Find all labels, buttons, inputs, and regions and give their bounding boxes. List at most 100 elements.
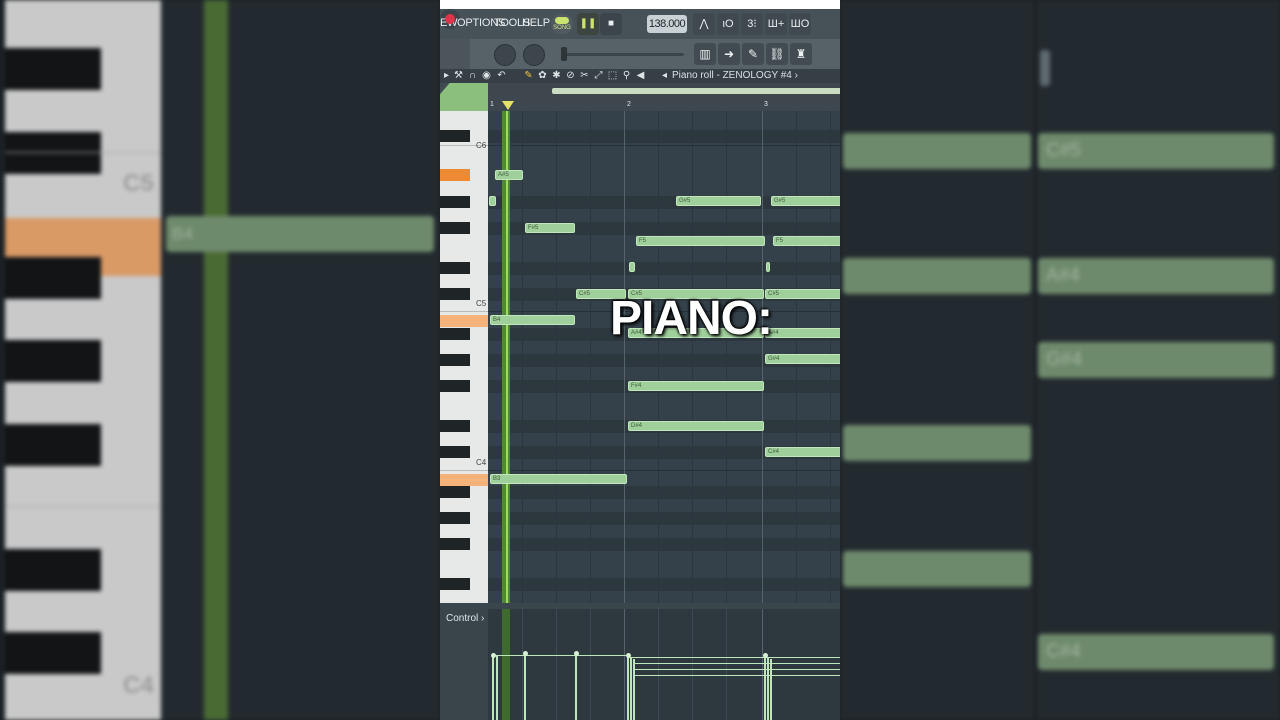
note[interactable]: C#4: [765, 447, 840, 457]
note-grid[interactable]: A#5 G#5 G#5 F#5 F5 F5 C#5 C#5 C#5 B4 A#4…: [488, 111, 840, 603]
note[interactable]: A#4: [765, 328, 840, 338]
time-ruler[interactable]: 1 2 3: [488, 83, 840, 111]
piano-keyboard[interactable]: C6 C5 C4: [440, 111, 488, 603]
main-volume-knob[interactable]: [523, 44, 545, 66]
black-key[interactable]: [440, 446, 470, 458]
black-key[interactable]: [440, 262, 470, 274]
magnet-icon[interactable]: ∩: [466, 69, 479, 83]
note[interactable]: [766, 262, 770, 272]
delete-icon[interactable]: ✱: [550, 69, 563, 83]
pause-button[interactable]: ❚❚: [577, 13, 599, 35]
playhead-marker[interactable]: [502, 101, 514, 110]
paint-icon[interactable]: ✿: [536, 69, 549, 83]
fl-studio-window: EW OPTIONS TOOLS HELP SONG ❚❚ ■ 138.000 …: [440, 0, 840, 720]
velocity-bar[interactable]: [767, 657, 769, 720]
pattern-song-toggle[interactable]: SONG: [551, 14, 573, 34]
menu-help[interactable]: HELP: [522, 17, 550, 29]
piano-roll-toolbar: ▸ ⚒ ∩ ◉ ↶ ✎ ✿ ✱ ⊘ ✂ ⤢ ⬚ ⚲ ◀ ◂ Piano roll…: [440, 69, 840, 83]
black-key[interactable]: [440, 538, 470, 550]
black-key[interactable]: [440, 288, 470, 300]
beat-line: [658, 111, 659, 603]
note[interactable]: G#4: [765, 354, 840, 364]
note[interactable]: F#5: [525, 223, 575, 233]
black-key[interactable]: [440, 222, 470, 234]
control-bar-line: [762, 609, 763, 720]
black-key[interactable]: [440, 130, 470, 142]
corner-pattern-button[interactable]: [440, 83, 488, 111]
beat-line: [590, 111, 591, 603]
select-icon[interactable]: ⬚: [606, 69, 619, 83]
active-key[interactable]: [440, 315, 488, 327]
velocity-lane[interactable]: [488, 609, 840, 720]
black-key[interactable]: [440, 328, 470, 340]
blend-notes-button[interactable]: Ш+: [765, 13, 787, 35]
black-key[interactable]: [440, 512, 470, 524]
black-key[interactable]: [440, 354, 470, 366]
velocity-handle[interactable]: [523, 651, 528, 656]
background-note-label: G#4: [1046, 349, 1082, 370]
browser-button[interactable]: ♜: [790, 43, 812, 65]
velocity-handle[interactable]: [626, 653, 631, 658]
countdown-button[interactable]: 3⁝: [741, 13, 763, 35]
secondary-toolbar: ▥ ➜ ✎ ⛓ ♜: [440, 39, 840, 69]
velocity-bar[interactable]: [764, 655, 766, 720]
control-grid-line: [522, 609, 523, 720]
wait-input-button[interactable]: ιO: [717, 13, 739, 35]
background-note: C#4: [1038, 634, 1274, 670]
note[interactable]: F#4: [628, 381, 764, 391]
loop-record-button[interactable]: ШO: [789, 13, 811, 35]
brush-icon: ✎: [747, 47, 759, 61]
keyboard-typing-button[interactable]: ▥: [694, 43, 716, 65]
velocity-bar[interactable]: [524, 653, 526, 720]
background-note: G#4: [1038, 342, 1274, 378]
note[interactable]: [489, 196, 496, 206]
note[interactable]: B3: [490, 474, 627, 484]
velocity-handle[interactable]: [574, 651, 579, 656]
record-mode-icon[interactable]: ◉: [480, 69, 493, 83]
note[interactable]: F5: [636, 236, 765, 246]
slice-icon[interactable]: ✂: [578, 69, 591, 83]
black-key[interactable]: [440, 420, 470, 432]
black-key[interactable]: [440, 486, 470, 498]
velocity-handle[interactable]: [491, 653, 496, 658]
velocity-bar[interactable]: [492, 655, 494, 720]
step-edit-button[interactable]: ➜: [718, 43, 740, 65]
wrench-icon[interactable]: ⚒: [452, 69, 465, 83]
pencil-icon[interactable]: ✎: [522, 69, 535, 83]
snap-button[interactable]: ✎: [742, 43, 764, 65]
note[interactable]: F5: [773, 236, 840, 246]
slip-icon[interactable]: ⤢: [592, 69, 605, 83]
mute-icon[interactable]: ⊘: [564, 69, 577, 83]
note[interactable]: D#4: [628, 421, 764, 431]
black-key[interactable]: [440, 196, 470, 208]
note[interactable]: A#5: [495, 170, 523, 180]
tempo-display[interactable]: 138.000: [647, 15, 687, 33]
black-key[interactable]: [440, 578, 470, 590]
master-slider-handle[interactable]: [561, 47, 567, 61]
active-key[interactable]: [440, 169, 470, 181]
note[interactable]: B4: [490, 315, 575, 325]
control-selector[interactable]: Control ›: [440, 609, 488, 720]
link-button[interactable]: ⛓: [766, 43, 788, 65]
undo-icon[interactable]: ↶: [495, 69, 508, 83]
stop-icon: ■: [607, 18, 615, 29]
velocity-bar[interactable]: [575, 653, 577, 720]
master-slider-track[interactable]: [566, 53, 684, 56]
background-note: [843, 551, 1031, 587]
speaker-icon[interactable]: ◀: [634, 69, 647, 83]
note[interactable]: C#5: [765, 289, 840, 299]
velocity-bar[interactable]: [496, 655, 498, 720]
black-key[interactable]: [440, 380, 470, 392]
main-pitch-knob[interactable]: [494, 44, 516, 66]
velocity-bar[interactable]: [627, 655, 629, 720]
zoom-icon[interactable]: ⚲: [620, 69, 633, 83]
note[interactable]: [629, 262, 635, 272]
background-note-label: C#5: [1046, 140, 1081, 161]
active-key[interactable]: [440, 474, 488, 486]
note[interactable]: G#5: [676, 196, 761, 206]
metronome-button[interactable]: ⋀: [693, 13, 715, 35]
stop-button[interactable]: ■: [600, 13, 622, 35]
note[interactable]: G#5: [771, 196, 840, 206]
velocity-bar[interactable]: [630, 657, 632, 720]
velocity-handle[interactable]: [763, 653, 768, 658]
